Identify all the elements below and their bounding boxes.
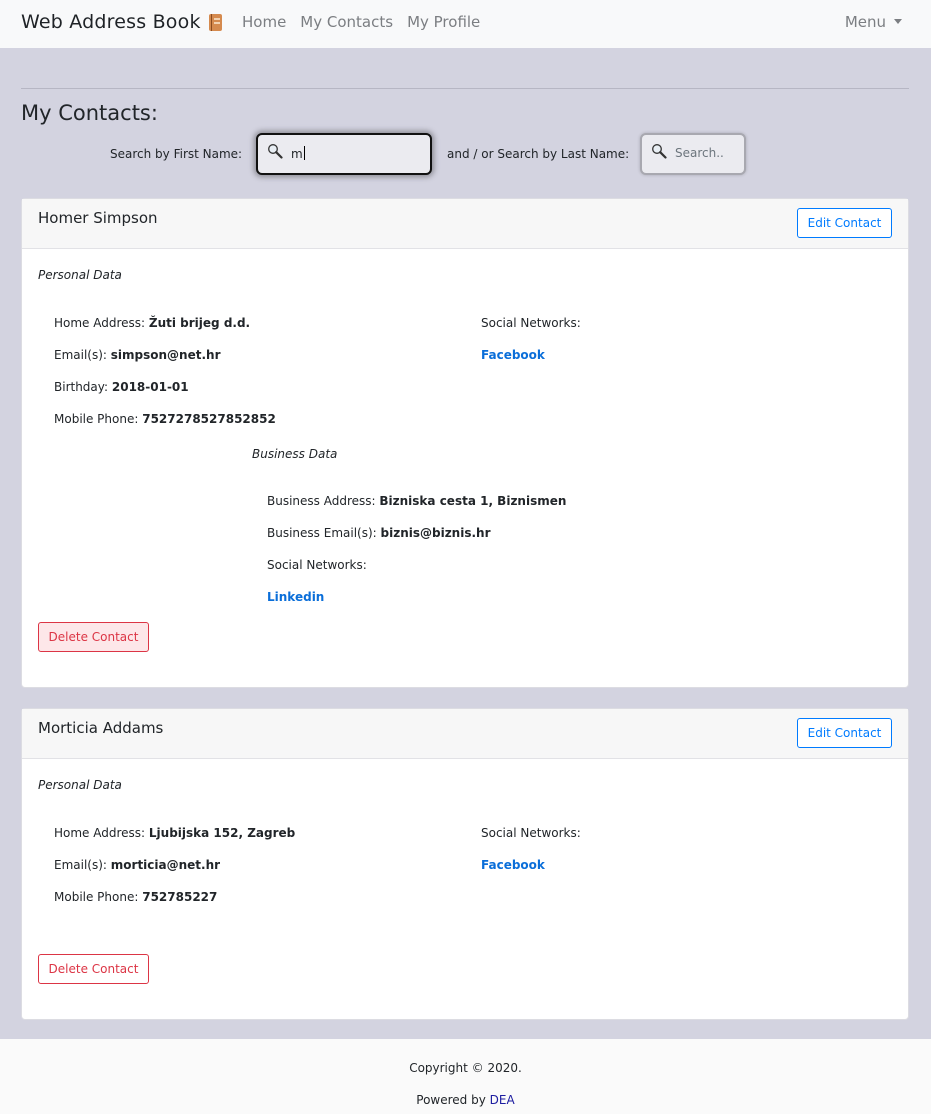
text-cursor [303, 146, 305, 160]
birthday-value: 2018-01-01 [111, 380, 189, 394]
business-address-label: Business Address [267, 494, 372, 508]
delete-contact-button[interactable]: Delete Contact [38, 622, 149, 652]
first-name-search-value[interactable]: m [291, 147, 303, 161]
first-name-search-label: Search by First Name: [110, 147, 243, 161]
address-book-icon [208, 13, 222, 31]
mobile-value: 7527278527852852 [142, 412, 276, 426]
email-field: Email(s): morticia@net.hr [54, 858, 221, 872]
last-name-search-input[interactable]: Search.. [675, 146, 795, 160]
home-address-field: Home Address: Ljubijska 152, Zagreb [54, 826, 296, 840]
business-email-label: Business Email(s) [267, 526, 373, 540]
email-value: morticia@net.hr [110, 858, 221, 872]
menu-dropdown[interactable]: Menu [845, 13, 902, 31]
card-header: Morticia Addams Edit Contact [22, 709, 908, 759]
nav-link-home[interactable]: Home [242, 13, 286, 31]
last-name-search-box[interactable]: Search.. [640, 133, 746, 175]
powered-by-text: Powered by DEA [0, 1093, 931, 1107]
mobile-label: Mobile Phone [54, 890, 135, 904]
first-name-search-box[interactable]: m [256, 133, 432, 175]
navbar: Web Address Book Home My Contacts My Pro… [0, 0, 931, 48]
brand-title[interactable]: Web Address Book [21, 11, 201, 33]
dea-link[interactable]: DEA [490, 1093, 515, 1107]
home-address-field: Home Address: Žuti brijeg d.d. [54, 316, 251, 330]
business-address-value: Bizniska cesta 1, Biznismen [379, 494, 567, 508]
email-value: simpson@net.hr [110, 348, 221, 362]
edit-contact-button[interactable]: Edit Contact [797, 718, 892, 748]
menu-label[interactable]: Menu [845, 13, 886, 31]
contact-name: Morticia Addams [38, 719, 164, 737]
search-icon [652, 144, 667, 159]
caret-down-icon[interactable] [894, 18, 902, 24]
business-email-field: Business Email(s): biznis@biznis.hr [267, 526, 491, 540]
mobile-field: Mobile Phone: 7527278527852852 [54, 412, 276, 426]
brand[interactable]: Web Address Book [21, 11, 222, 33]
contact-card: Morticia Addams Edit Contact Personal Da… [21, 708, 909, 1020]
nav-links: Home My Contacts My Profile [242, 13, 494, 31]
contact-name: Homer Simpson [38, 209, 158, 227]
personal-data-title: Personal Data [38, 268, 122, 282]
search-icon [268, 144, 283, 159]
first-name-search-input[interactable]: m [291, 146, 411, 161]
last-name-search-label: and / or Search by Last Name: [447, 147, 630, 161]
business-address-field: Business Address: Bizniska cesta 1, Bizn… [267, 494, 567, 508]
nav-link-my-profile[interactable]: My Profile [407, 13, 480, 31]
copyright-text: Copyright © 2020. [409, 1061, 522, 1075]
mobile-value: 752785227 [142, 890, 218, 904]
social-networks-label: Social Networks: [481, 826, 581, 840]
email-label: Email(s) [54, 858, 103, 872]
business-data-title: Business Data [252, 447, 338, 461]
birthday-label: Birthday [54, 380, 105, 394]
page-title: My Contacts: [21, 101, 158, 125]
facebook-link[interactable]: Facebook [481, 348, 545, 362]
email-field: Email(s): simpson@net.hr [54, 348, 221, 362]
footer: Copyright © 2020. Powered by DEA [0, 1039, 931, 1114]
home-address-label: Home Address [54, 826, 142, 840]
mobile-label: Mobile Phone [54, 412, 135, 426]
business-email-value: biznis@biznis.hr [380, 526, 491, 540]
delete-contact-button[interactable]: Delete Contact [38, 954, 149, 984]
home-address-value: Žuti brijeg d.d. [148, 316, 251, 330]
contact-card: Homer Simpson Edit Contact Personal Data… [21, 198, 909, 688]
mobile-field: Mobile Phone: 752785227 [54, 890, 218, 904]
email-label: Email(s) [54, 348, 103, 362]
card-header: Homer Simpson Edit Contact [22, 199, 908, 249]
divider [21, 88, 909, 89]
home-address-value: Ljubijska 152, Zagreb [148, 826, 296, 840]
nav-link-my-contacts[interactable]: My Contacts [300, 13, 393, 31]
linkedin-link[interactable]: Linkedin [267, 590, 324, 604]
powered-by-prefix: Powered by [416, 1093, 486, 1107]
birthday-field: Birthday: 2018-01-01 [54, 380, 189, 394]
home-address-label: Home Address [54, 316, 142, 330]
personal-data-title: Personal Data [38, 778, 122, 792]
facebook-link[interactable]: Facebook [481, 858, 545, 872]
social-networks-label: Social Networks: [481, 316, 581, 330]
business-social-networks-label: Social Networks: [267, 558, 367, 572]
edit-contact-button[interactable]: Edit Contact [797, 208, 892, 238]
